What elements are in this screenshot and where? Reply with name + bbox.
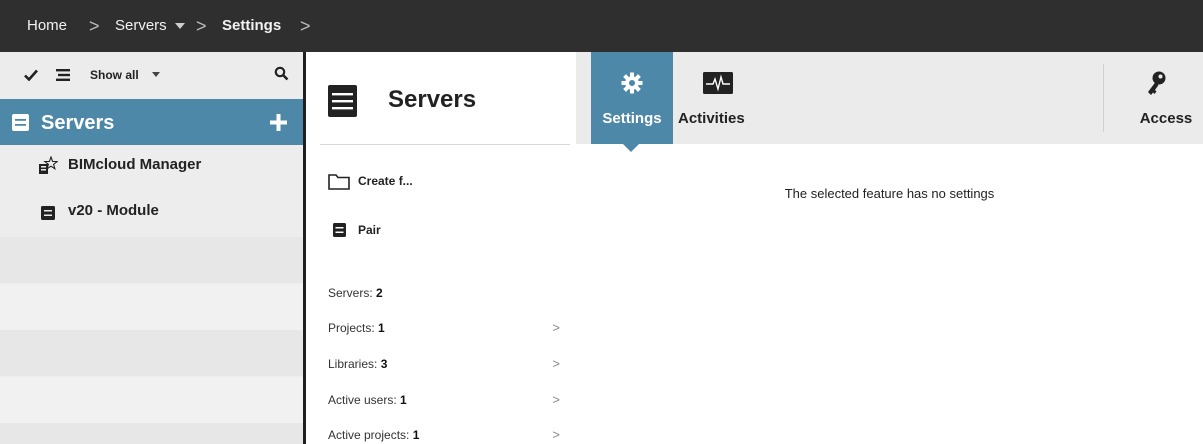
breadcrumb-settings[interactable]: Settings [222, 0, 281, 52]
chevron-right-icon: > [552, 356, 560, 371]
chevron-down-icon[interactable] [152, 72, 160, 78]
stat-active-users[interactable]: Active users: 1 > [328, 390, 560, 410]
tree-toolbar: Show all [0, 52, 303, 99]
tab-separator [1103, 64, 1104, 132]
feature-panel: Settings Activities Access The selected … [576, 52, 1203, 444]
stat-label: Libraries: [328, 357, 378, 371]
server-icon [333, 223, 346, 237]
tree-item-bimcloud-manager[interactable]: BIMcloud Manager [0, 145, 303, 191]
tree-empty-row [0, 284, 303, 330]
breadcrumb-separator: > [89, 16, 100, 36]
tab-activities-label: Activities [678, 110, 745, 127]
server-icon [12, 114, 29, 131]
tree-item-label: v20 - Module [68, 202, 159, 219]
show-all-dropdown[interactable]: Show all [90, 66, 139, 84]
gear-icon [621, 72, 643, 94]
create-folder-button[interactable]: Create f... [328, 169, 528, 193]
tree-item-v20-module[interactable]: v20 - Module [0, 191, 303, 237]
stat-value: 2 [376, 286, 383, 300]
stat-label: Projects: [328, 321, 375, 335]
servers-section-title: Servers [41, 112, 115, 134]
tree-item-label: BIMcloud Manager [68, 156, 202, 173]
search-icon[interactable] [274, 66, 289, 81]
tree-panel: Show all Servers BIMcloud Manager v20 - … [0, 52, 303, 444]
breadcrumb-separator: > [196, 16, 207, 36]
breadcrumb-home[interactable]: Home [27, 0, 67, 52]
stat-servers: Servers: 2 [328, 283, 560, 303]
active-tab-pointer [623, 144, 639, 152]
details-title: Servers [388, 86, 477, 113]
tab-access-label: Access [1139, 110, 1193, 127]
details-panel: Servers Create f... Pair Servers: 2 Proj… [306, 52, 576, 444]
tree-empty-row [0, 330, 303, 376]
checkmark-icon[interactable] [24, 69, 38, 81]
tab-bar: Settings Activities Access [576, 52, 1203, 152]
chevron-down-icon[interactable] [175, 23, 185, 30]
pair-label: Pair [358, 223, 381, 237]
list-icon[interactable] [56, 69, 70, 81]
stat-label: Active projects: [328, 428, 410, 442]
stat-label: Active users: [328, 393, 397, 407]
stat-libraries[interactable]: Libraries: 3 > [328, 354, 560, 374]
tab-settings-label: Settings [602, 110, 662, 127]
manager-star-icon [39, 156, 58, 174]
servers-section-header[interactable]: Servers [0, 99, 303, 145]
breadcrumb: Home > Servers > Settings > [0, 0, 1203, 52]
tree-empty-row [0, 237, 303, 283]
stat-value: 1 [378, 321, 385, 335]
tab-activities[interactable]: Activities [673, 52, 763, 144]
divider [320, 144, 570, 145]
stat-active-projects[interactable]: Active projects: 1 > [328, 425, 560, 444]
chevron-right-icon: > [552, 392, 560, 407]
stat-projects[interactable]: Projects: 1 > [328, 318, 560, 338]
server-icon [328, 85, 357, 117]
tree-empty-row [0, 377, 303, 423]
chevron-right-icon: > [552, 320, 560, 335]
empty-settings-message: The selected feature has no settings [784, 186, 995, 201]
module-icon [41, 206, 55, 220]
activity-monitor-icon [703, 72, 733, 94]
tab-settings[interactable]: Settings [591, 52, 673, 144]
folder-icon [328, 174, 350, 190]
stat-label: Servers: [328, 286, 373, 300]
create-folder-label: Create f... [358, 174, 413, 188]
key-icon [1148, 71, 1166, 95]
tree-empty-row [0, 423, 303, 444]
stat-value: 3 [380, 357, 388, 371]
breadcrumb-separator: > [300, 16, 311, 36]
tab-access[interactable]: Access [1116, 52, 1196, 144]
pair-button[interactable]: Pair [328, 218, 528, 242]
add-icon[interactable] [270, 114, 287, 131]
breadcrumb-servers[interactable]: Servers [115, 0, 167, 52]
stat-value: 1 [412, 428, 420, 442]
chevron-right-icon: > [552, 427, 560, 442]
stat-value: 1 [400, 393, 407, 407]
